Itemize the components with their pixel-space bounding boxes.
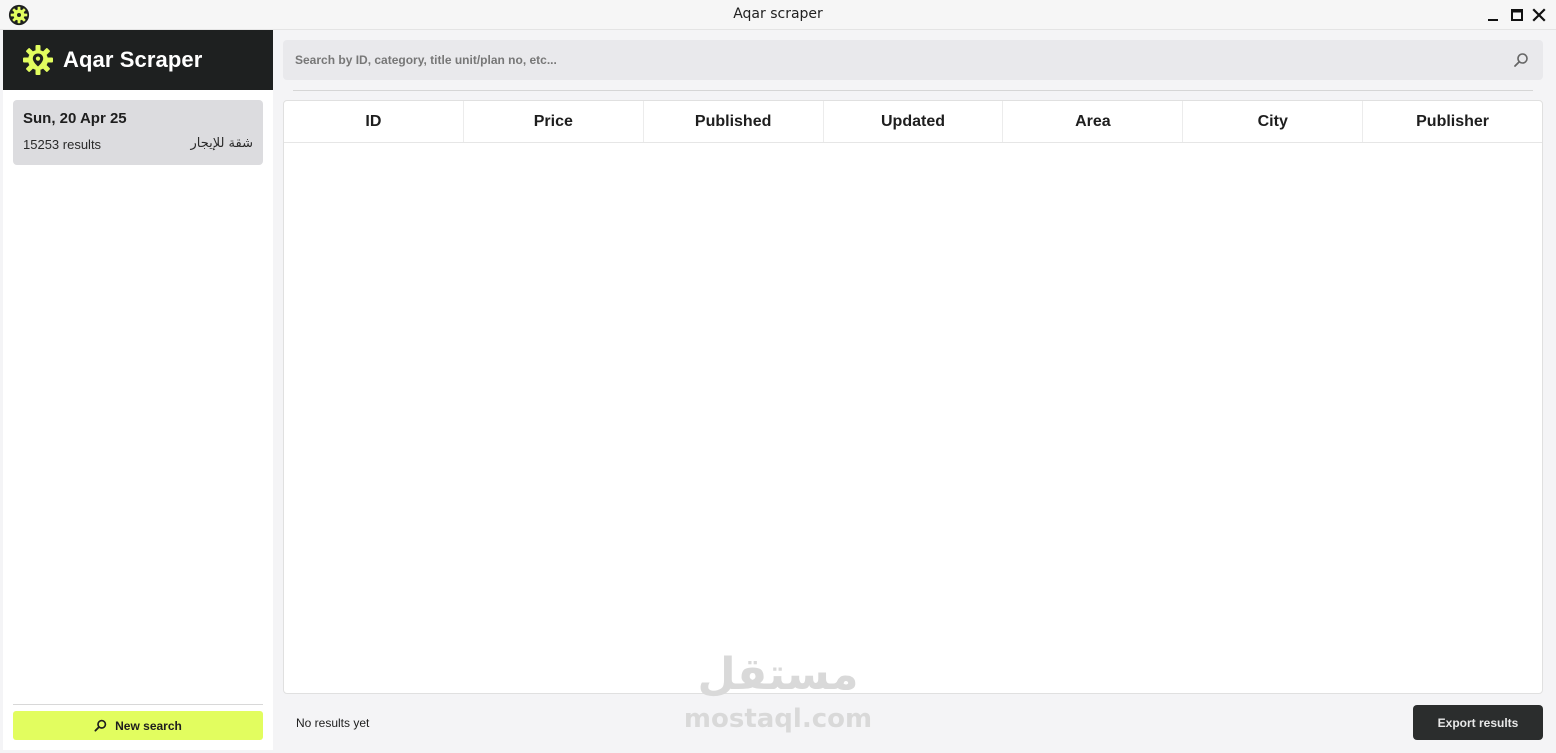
column-header-id[interactable]: ID [284, 101, 464, 142]
history-item-category: شقة للإيجار [190, 136, 253, 151]
app-window: Aqar scraper Aqar Scraper Sun, 20 Apr 25… [0, 0, 1556, 753]
status-text: No results yet [296, 716, 370, 730]
sidebar: Aqar Scraper Sun, 20 Apr 25 15253 result… [3, 30, 273, 750]
brand-name: Aqar Scraper [63, 47, 203, 72]
new-search-label: New search [115, 718, 182, 733]
table-header: ID Price Published Updated Area City Pub… [284, 101, 1542, 143]
search-input[interactable] [283, 40, 1503, 80]
main-divider [293, 90, 1533, 91]
search-icon[interactable] [1513, 52, 1529, 68]
new-search-button[interactable]: New search [13, 711, 263, 740]
brand-header: Aqar Scraper [3, 30, 273, 90]
window-title: Aqar scraper [733, 6, 823, 22]
history-item-date: Sun, 20 Apr 25 [23, 110, 127, 127]
minimize-icon[interactable] [1484, 5, 1504, 25]
search-bar [283, 40, 1543, 80]
column-header-city[interactable]: City [1183, 101, 1364, 142]
export-results-button[interactable]: Export results [1413, 705, 1543, 740]
sidebar-divider [13, 704, 263, 705]
search-icon [94, 719, 107, 732]
watermark-latin: mostaql.com [683, 704, 873, 734]
history-item[interactable]: Sun, 20 Apr 25 15253 results شقة للإيجار [13, 100, 263, 165]
column-header-updated[interactable]: Updated [824, 101, 1004, 142]
title-bar[interactable]: Aqar scraper [0, 0, 1556, 30]
history-item-results: 15253 results [23, 137, 102, 152]
column-header-publisher[interactable]: Publisher [1363, 101, 1542, 142]
maximize-icon[interactable] [1507, 5, 1527, 25]
close-icon[interactable] [1529, 5, 1549, 25]
column-header-price[interactable]: Price [464, 101, 644, 142]
column-header-area[interactable]: Area [1003, 101, 1184, 142]
table-body[interactable] [284, 143, 1542, 693]
gear-location-icon [23, 45, 53, 75]
results-table: ID Price Published Updated Area City Pub… [283, 100, 1543, 694]
column-header-published[interactable]: Published [644, 101, 824, 142]
